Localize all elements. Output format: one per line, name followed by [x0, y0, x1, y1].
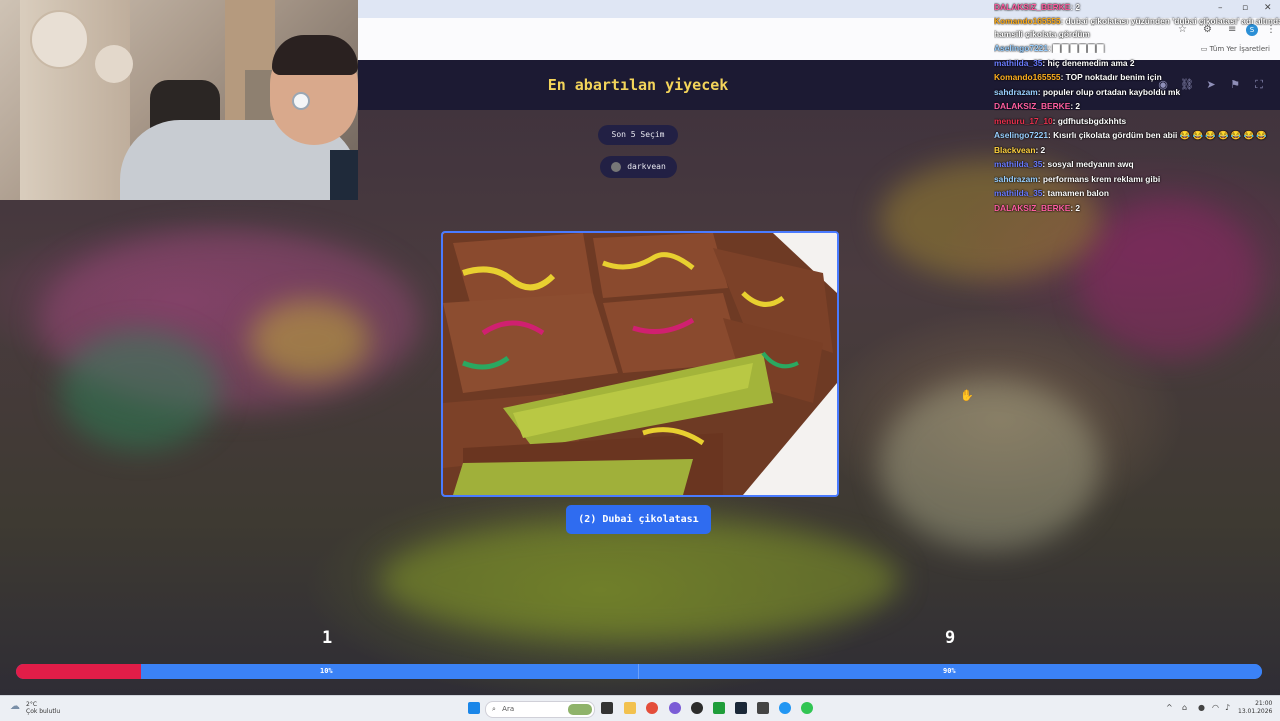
- chat-username[interactable]: DALAKSIZ_BERKE: [994, 101, 1070, 111]
- chat-username[interactable]: menuru_17_10: [994, 116, 1053, 126]
- chat-message: DALAKSIZ_BERKE: 2: [994, 101, 1280, 111]
- chat-text: hamsili çikolata gördüm: [994, 29, 1090, 39]
- right-percent: 90%: [943, 667, 956, 675]
- chat-text: : 2: [1070, 2, 1081, 12]
- chat-message: mathilda_35: tamamen balon: [994, 188, 1280, 198]
- chat-text: : performans krem reklamı gibi: [1037, 174, 1161, 184]
- bar-divider: [638, 664, 639, 679]
- chat-message: sahdrazam: populer olup ortadan kayboldu…: [994, 87, 1280, 97]
- tray-chevron-icon[interactable]: ^: [1166, 703, 1173, 712]
- chat-message: Komando165555: dubai çikolatası yüzünden…: [994, 16, 1280, 26]
- chat-username[interactable]: mathilda_35: [994, 188, 1042, 198]
- webcam-overlay: [0, 0, 358, 200]
- left-vote-fill: [16, 664, 141, 679]
- clock-time: 21:00: [1255, 700, 1273, 707]
- search-placeholder: Ara: [502, 705, 515, 713]
- chat-message: DALAKSIZ_BERKE: 2: [994, 2, 1280, 12]
- task-view-icon[interactable]: [601, 702, 613, 714]
- vote-progress-bar: [16, 664, 1262, 679]
- search-highlight-image: [568, 704, 592, 715]
- chat-message: Blackvean: 2: [994, 145, 1280, 155]
- steam-icon[interactable]: [735, 702, 747, 714]
- chat-text: : sosyal medyanın awq: [1042, 159, 1134, 169]
- chat-username[interactable]: sahdrazam: [994, 174, 1038, 184]
- right-score: 9: [945, 628, 956, 648]
- chat-username[interactable]: Aselingo7221: [994, 43, 1048, 53]
- file-explorer-icon[interactable]: [624, 702, 636, 714]
- chat-message: Aselingo7221: Kısırlı çikolata gördüm be…: [994, 130, 1280, 141]
- app-icon-2[interactable]: [691, 702, 703, 714]
- user-badge[interactable]: darkvean: [600, 156, 677, 178]
- chat-message: DALAKSIZ_BERKE: 2: [994, 203, 1280, 213]
- app-icon-3[interactable]: [757, 702, 769, 714]
- answer-button[interactable]: (2) Dubai çikolatası: [566, 505, 711, 534]
- taskbar-search[interactable]: ⌕ Ara: [485, 701, 595, 718]
- chat-message: sahdrazam: performans krem reklamı gibi: [994, 174, 1280, 184]
- mic-tray-icon[interactable]: ●: [1198, 703, 1205, 712]
- chat-message: hamsili çikolata gördüm: [994, 29, 1280, 39]
- chat-text: : 2: [1070, 203, 1081, 213]
- chat-message: menuru_17_10: gdfhutsbgdxhhts: [994, 116, 1280, 126]
- chat-username[interactable]: sahdrazam: [994, 87, 1038, 97]
- chat-text: : tamamen balon: [1042, 188, 1109, 198]
- cloud-icon: ☁: [10, 701, 20, 712]
- app-icon-4[interactable]: [779, 702, 791, 714]
- right-vote-fill: [141, 664, 1262, 679]
- avatar: [611, 161, 622, 172]
- chat-text: : ▇ ▇ ▇ ▇ ▇ ▇: [1048, 43, 1104, 53]
- start-icon[interactable]: [468, 702, 480, 714]
- chat-text: : hiç denemedim ama 2: [1042, 58, 1135, 68]
- app-icon-5[interactable]: [801, 702, 813, 714]
- chat-username[interactable]: mathilda_35: [994, 159, 1042, 169]
- app-icon-1[interactable]: [669, 702, 681, 714]
- clock[interactable]: 21:00 13.01.2026: [1238, 700, 1272, 716]
- chat-username[interactable]: Komando165555: [994, 72, 1061, 82]
- question-image: [441, 231, 839, 497]
- chat-username[interactable]: DALAKSIZ_BERKE: [994, 2, 1070, 12]
- mouse-cursor-icon: ✋: [960, 389, 974, 402]
- chat-message: mathilda_35: hiç denemedim ama 2: [994, 58, 1280, 68]
- chat-username[interactable]: mathilda_35: [994, 58, 1042, 68]
- wifi-icon[interactable]: ◠: [1212, 703, 1219, 712]
- chat-username[interactable]: Komando165555: [994, 16, 1061, 26]
- clock-date: 13.01.2026: [1238, 708, 1273, 715]
- chat-text: : TOP noktadır benim için: [1060, 72, 1162, 82]
- chat-message: mathilda_35: sosyal medyanın awq: [994, 159, 1280, 169]
- chat-text: : 2: [1035, 145, 1046, 155]
- chat-overlay: DALAKSIZ_BERKE: 2 Komando165555: dubai çi…: [994, 0, 1280, 220]
- weather-temp: 2°C: [26, 701, 38, 708]
- chat-username[interactable]: Aselingo7221: [994, 130, 1048, 140]
- weather-widget[interactable]: ☁ 2°C Çok bulutlu: [10, 701, 61, 715]
- chat-text: : 2: [1070, 101, 1081, 111]
- chocolate-photo: [443, 233, 837, 495]
- network-tray-icon[interactable]: ⌂: [1182, 703, 1187, 712]
- volume-icon[interactable]: ♪: [1225, 703, 1230, 712]
- left-percent: 10%: [320, 667, 333, 675]
- chrome-icon[interactable]: [646, 702, 658, 714]
- xbox-icon[interactable]: [713, 702, 725, 714]
- chat-username[interactable]: DALAKSIZ_BERKE: [994, 203, 1070, 213]
- last-choices-button[interactable]: Son 5 Seçim: [598, 125, 678, 145]
- chat-text: : Kısırlı çikolata gördüm ben abii 😂 😂 😂…: [1048, 130, 1267, 140]
- left-score: 1: [322, 628, 333, 648]
- windows-taskbar: ☁ 2°C Çok bulutlu ⌕ Ara ^ ⌂ ● ◠ ♪ 21:00 …: [0, 695, 1280, 721]
- page-title: En abartılan yiyecek: [547, 76, 729, 94]
- chat-message: Komando165555: TOP noktadır benim için: [994, 72, 1280, 82]
- chat-username[interactable]: Blackvean: [994, 145, 1035, 155]
- weather-desc: Çok bulutlu: [26, 708, 61, 715]
- search-icon: ⌕: [492, 705, 496, 713]
- chat-text: : populer olup ortadan kayboldu mk: [1037, 87, 1181, 97]
- chat-text: : dubai çikolatası yüzünden 'dubai çikol…: [1060, 16, 1280, 26]
- chat-text: : gdfhutsbgdxhhts: [1052, 116, 1127, 126]
- chat-message: Aselingo7221: ▇ ▇ ▇ ▇ ▇ ▇: [994, 43, 1280, 53]
- username: darkvean: [627, 162, 666, 171]
